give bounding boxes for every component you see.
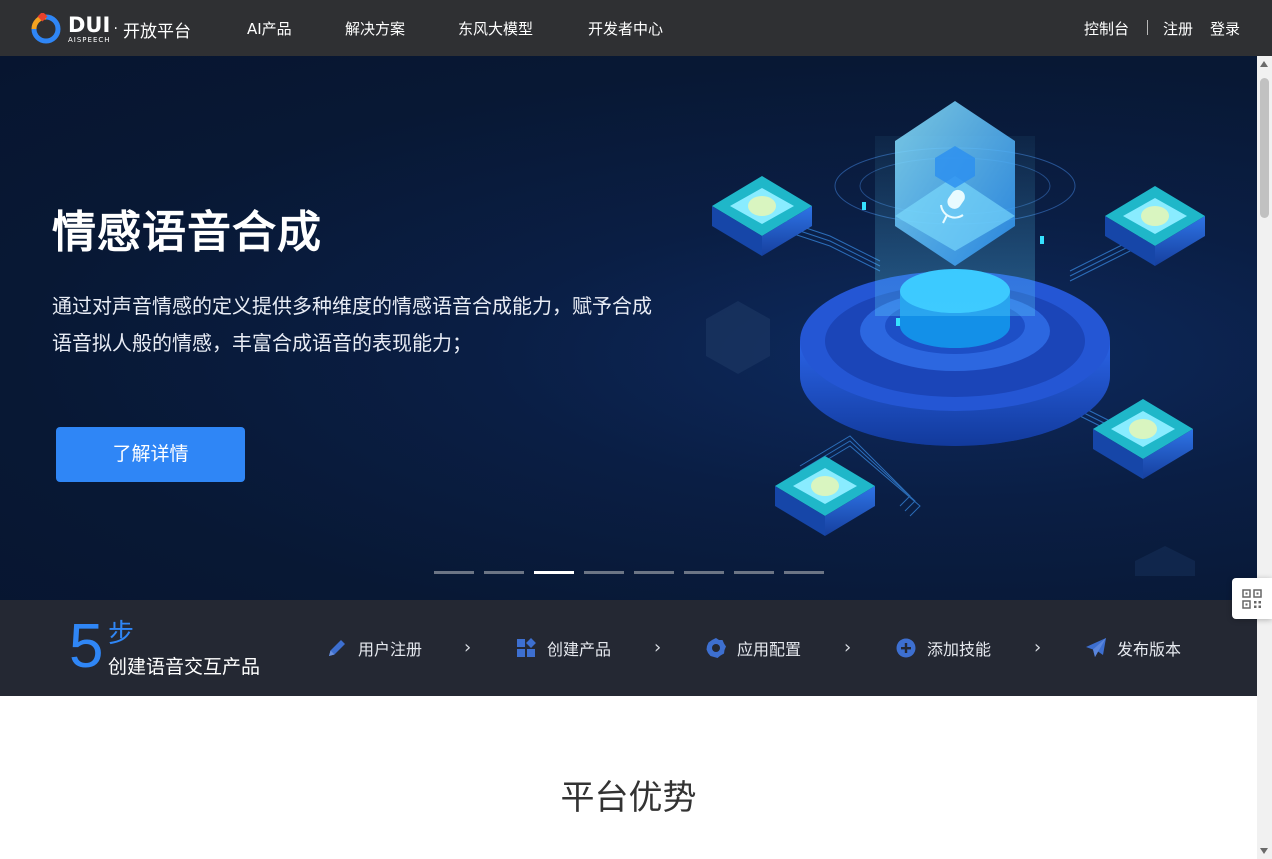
chevron-right-icon: › — [844, 637, 852, 658]
hero-illustration — [706, 101, 1205, 576]
steps-count: 5 — [69, 612, 104, 681]
carousel-dot[interactable] — [434, 571, 474, 574]
background-hexagon — [706, 301, 770, 374]
logo-text: DUI AISPEECH — [68, 12, 111, 44]
step-label: 添加技能 — [927, 640, 992, 659]
step-label: 创建产品 — [547, 640, 612, 659]
gear-icon — [706, 638, 726, 658]
step-label: 应用配置 — [737, 640, 802, 659]
page-scrollbar[interactable] — [1257, 56, 1272, 859]
scroll-up-arrow-icon[interactable] — [1260, 61, 1268, 67]
nav-ai-products[interactable]: AI产品 — [247, 18, 292, 39]
step-create-product[interactable]: 创建产品 — [515, 636, 611, 660]
emotion-tile-angry — [1105, 186, 1205, 266]
platform-name: 开放平台 — [122, 21, 191, 42]
logo-separator: · — [113, 21, 118, 37]
nav-solutions[interactable]: 解决方案 — [345, 18, 405, 39]
carousel-dot[interactable] — [684, 571, 724, 574]
nav-dongfeng-model[interactable]: 东风大模型 — [458, 18, 533, 39]
step-user-register[interactable]: 用户注册 — [326, 636, 422, 660]
scroll-down-arrow-icon[interactable] — [1260, 848, 1268, 854]
step-label: 用户注册 — [358, 640, 423, 659]
grid-icon — [517, 638, 536, 657]
carousel-dot-active[interactable] — [534, 571, 574, 574]
pencil-icon — [329, 640, 345, 656]
register-link[interactable]: 注册 — [1163, 18, 1193, 39]
plus-circle-icon — [896, 638, 916, 658]
carousel-dot[interactable] — [584, 571, 624, 574]
steps-unit: 步 — [108, 619, 135, 649]
qr-code-float-button[interactable] — [1232, 578, 1272, 619]
hero-description: 通过对声音情感的定义提供多种维度的情感语音合成能力，赋予合成语音拟人般的情感，丰… — [52, 294, 652, 355]
emotion-tile-sad — [712, 176, 812, 256]
background-hexagon — [1135, 546, 1195, 576]
carousel-dot[interactable] — [784, 571, 824, 574]
beacon-light — [862, 202, 866, 210]
paper-plane-icon — [1086, 638, 1106, 657]
steps-caption: 创建语音交互产品 — [108, 656, 261, 678]
scroll-thumb[interactable] — [1260, 78, 1269, 218]
step-add-skill[interactable]: 添加技能 — [895, 636, 991, 660]
nav-divider — [1147, 20, 1148, 35]
carousel-dot[interactable] — [484, 571, 524, 574]
hero-banner: 情感语音合成 通过对声音情感的定义提供多种维度的情感语音合成能力，赋予合成语音拟… — [0, 56, 1257, 600]
carousel-dot[interactable] — [734, 571, 774, 574]
learn-more-button[interactable]: 了解详情 — [56, 427, 245, 482]
step-label: 发布版本 — [1117, 640, 1182, 659]
logo-wordmark: DUI — [68, 12, 111, 37]
emotion-tile-happy — [1093, 399, 1193, 479]
dui-logo-icon — [31, 13, 61, 44]
steps-bar: 5 步 创建语音交互产品 用户注册 › 创建产品 › 应用配置 › 添加技能 ›… — [0, 600, 1257, 696]
section-title-platform-advantages: 平台优势 — [560, 778, 697, 818]
nav-developer-center[interactable]: 开发者中心 — [588, 18, 663, 39]
step-publish-version[interactable]: 发布版本 — [1085, 636, 1181, 660]
chevron-right-icon: › — [1034, 637, 1042, 658]
carousel-dot[interactable] — [634, 571, 674, 574]
step-app-config[interactable]: 应用配置 — [705, 636, 801, 660]
login-link[interactable]: 登录 — [1210, 18, 1240, 39]
hero-title: 情感语音合成 — [52, 207, 322, 258]
emotion-tile-neutral — [775, 456, 875, 536]
beacon-light — [1040, 236, 1044, 244]
chevron-right-icon: › — [464, 637, 472, 658]
brand-logo[interactable]: DUI AISPEECH · 开放平台 — [30, 12, 191, 46]
carousel-indicators — [434, 571, 824, 574]
top-navbar: DUI AISPEECH · 开放平台 AI产品 解决方案 东风大模型 开发者中… — [0, 0, 1272, 56]
chevron-right-icon: › — [654, 637, 662, 658]
console-link[interactable]: 控制台 — [1084, 18, 1129, 39]
beacon-light — [896, 318, 900, 326]
qr-code-icon — [1242, 588, 1262, 609]
logo-subtext: AISPEECH — [68, 35, 111, 44]
